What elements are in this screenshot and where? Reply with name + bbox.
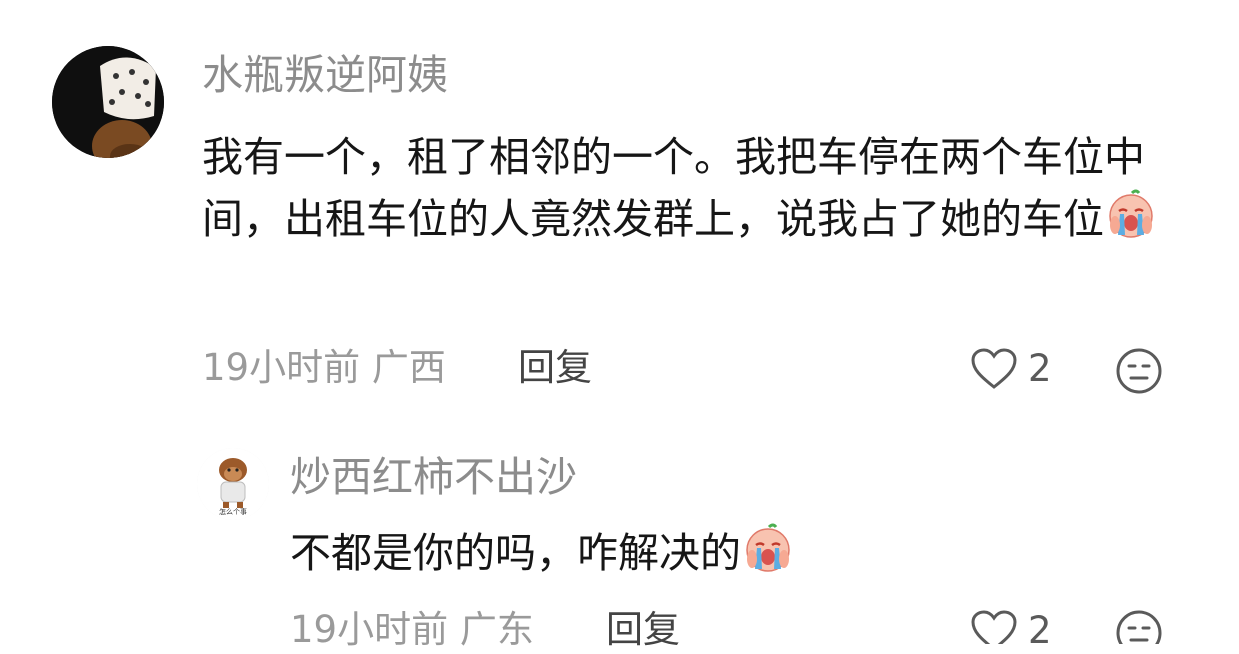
comment-time-location: 19小时前 广东 bbox=[290, 608, 534, 651]
expressionless-face-icon bbox=[1116, 610, 1162, 644]
like-count: 2 bbox=[1028, 347, 1052, 390]
comment-text-content: 我有一个，租了相邻的一个。我把车停在两个车位中间，出租车位的人竟然发群上，说我占… bbox=[202, 133, 1145, 243]
dislike-button[interactable] bbox=[1115, 347, 1163, 395]
avatar[interactable]: 怎么个事 bbox=[197, 448, 269, 520]
like-count: 2 bbox=[1028, 609, 1052, 644]
dislike-button[interactable] bbox=[1115, 609, 1163, 644]
heart-icon bbox=[971, 348, 1017, 389]
comment-text: 不都是你的吗，咋解决的 bbox=[290, 522, 1190, 584]
heart-icon bbox=[971, 610, 1017, 644]
comment-username[interactable]: 炒西红柿不出沙 bbox=[290, 452, 577, 502]
reply-button[interactable]: 回复 bbox=[518, 344, 592, 392]
crying-face-emoji-icon bbox=[1106, 189, 1156, 239]
comment-time-location: 19小时前 广西 bbox=[202, 346, 446, 389]
comment-text-content: 不都是你的吗，咋解决的 bbox=[290, 529, 741, 577]
avatar-caption: 怎么个事 bbox=[219, 508, 247, 516]
avatar-image bbox=[52, 46, 164, 158]
like-button[interactable]: 2 bbox=[970, 345, 1060, 393]
expressionless-face-icon bbox=[1116, 348, 1162, 394]
comment-username[interactable]: 水瓶叛逆阿姨 bbox=[202, 50, 448, 100]
reply-button[interactable]: 回复 bbox=[606, 606, 680, 654]
comment-text: 我有一个，租了相邻的一个。我把车停在两个车位中间，出租车位的人竟然发群上，说我占… bbox=[202, 126, 1192, 250]
like-button[interactable]: 2 bbox=[970, 607, 1060, 644]
avatar[interactable] bbox=[52, 46, 164, 158]
crying-face-emoji-icon bbox=[743, 523, 793, 573]
